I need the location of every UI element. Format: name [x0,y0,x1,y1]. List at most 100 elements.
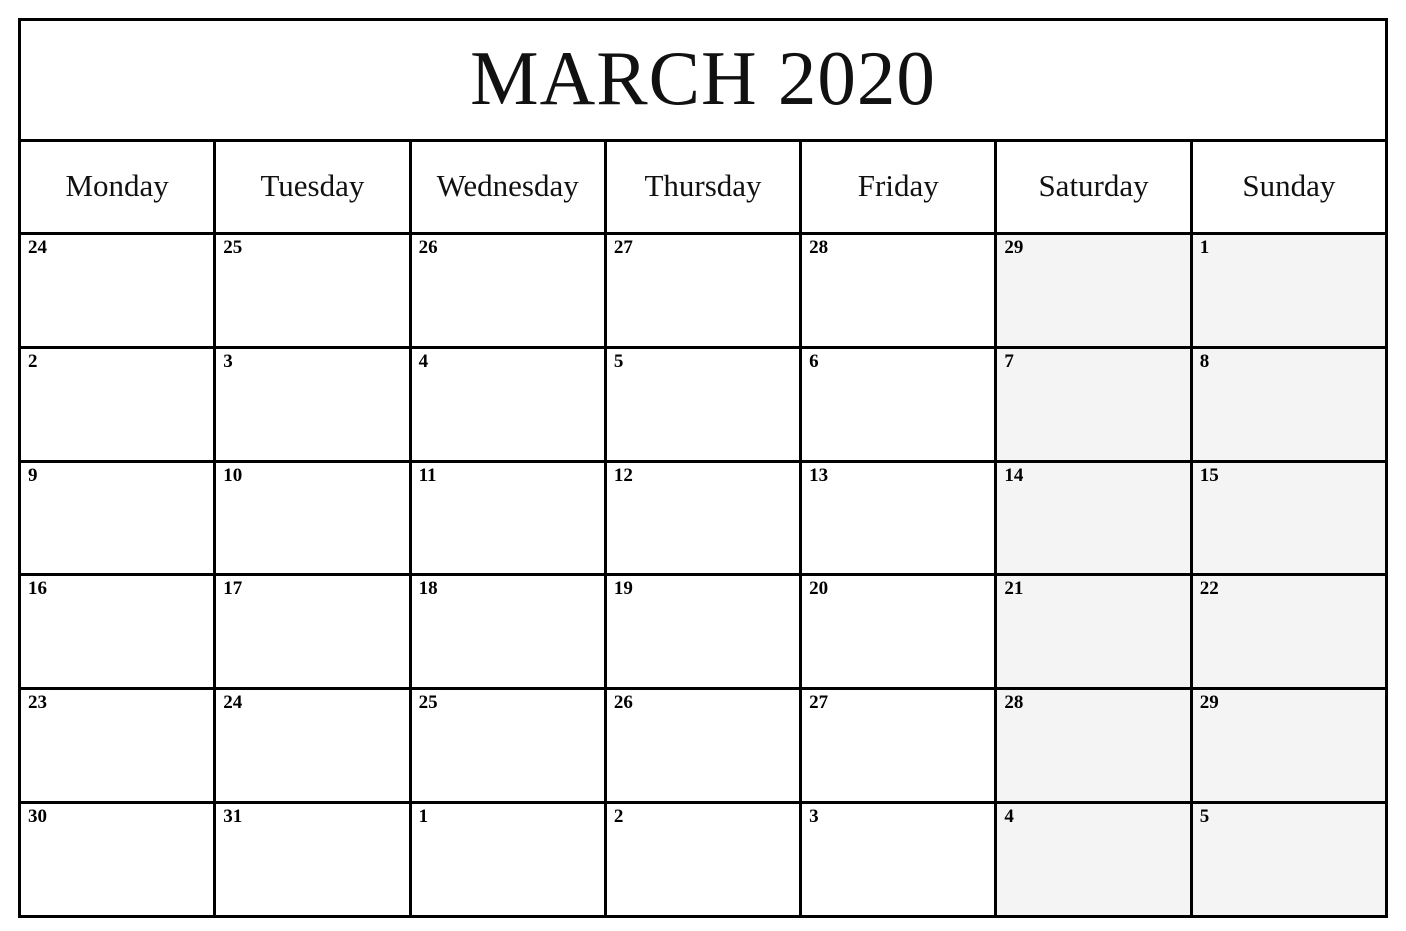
day-number: 5 [613,350,624,372]
day-number: 25 [223,237,243,258]
day-number: 24 [223,692,243,714]
day-cell[interactable]: 14 [997,462,1193,574]
day-number: 13 [809,464,829,486]
day-cell[interactable]: 27 [606,235,803,346]
day-cell[interactable]: 25 [411,690,607,802]
day-number: 10 [223,464,243,486]
day-number: 26 [418,237,438,258]
day-cell[interactable]: 5 [1192,804,1385,915]
day-cell[interactable]: 1 [411,804,607,915]
day-cell[interactable]: 29 [1192,690,1385,802]
day-number: 9 [28,464,38,486]
day-number: 20 [809,578,829,600]
day-cell[interactable]: 3 [216,348,412,460]
day-cell[interactable]: 23 [21,690,217,802]
weekday-label: Tuesday [260,168,365,203]
day-number: 31 [223,806,243,828]
calendar-title-band: MARCH 2020 [21,21,1385,142]
weekday-header-cell: Friday [802,142,998,232]
weekday-header-row: Monday Tuesday Wednesday Thursday Friday Satu… [21,142,1385,235]
day-number: 24 [28,237,47,258]
day-number: 25 [418,692,438,714]
day-cell[interactable]: 26 [606,690,803,802]
day-number: 7 [1004,350,1014,372]
day-number: 27 [809,692,829,714]
day-cell[interactable]: 28 [997,690,1193,802]
day-number: 14 [1004,464,1024,486]
day-number: 5 [1199,806,1210,828]
week-row: 2 3 4 5 6 7 8 [21,348,1385,463]
day-number: 1 [1199,237,1210,258]
day-cell[interactable]: 2 [606,804,803,915]
date-grid: 24 25 26 27 28 29 1 2 3 4 5 6 7 8 9 10 11 12 13 14 15 16 17 18 1… [21,235,1385,915]
day-number: 30 [28,806,47,828]
day-cell[interactable]: 9 [21,462,217,574]
week-row: 16 17 18 19 20 21 22 [21,576,1385,691]
day-cell[interactable]: 2 [21,348,217,460]
day-number: 26 [613,692,633,714]
day-cell[interactable]: 6 [802,348,998,460]
day-number: 3 [809,806,819,828]
day-cell[interactable]: 8 [1192,348,1385,460]
weekday-label: Saturday [1038,168,1149,203]
day-cell[interactable]: 15 [1192,462,1385,574]
weekday-label: Friday [857,168,939,203]
day-cell[interactable]: 19 [606,576,803,688]
day-cell[interactable]: 1 [1192,235,1385,346]
day-number: 17 [223,578,243,600]
day-number: 29 [1004,237,1024,258]
day-cell[interactable]: 26 [411,235,607,346]
day-number: 11 [418,464,437,486]
day-cell[interactable]: 11 [411,462,607,574]
day-cell[interactable]: 24 [21,235,217,346]
day-cell[interactable]: 29 [997,235,1193,346]
day-cell[interactable]: 4 [411,348,607,460]
day-number: 28 [809,237,829,258]
day-number: 22 [1199,578,1219,600]
week-row: 23 24 25 26 27 28 29 [21,690,1385,805]
day-cell[interactable]: 12 [606,462,803,574]
day-cell[interactable]: 18 [411,576,607,688]
day-cell[interactable]: 5 [606,348,803,460]
day-cell[interactable]: 28 [802,235,998,346]
weekday-header-cell: Monday [21,142,217,232]
day-cell[interactable]: 4 [997,804,1193,915]
day-number: 23 [28,692,47,714]
day-cell[interactable]: 13 [802,462,998,574]
week-row: 24 25 26 27 28 29 1 [21,235,1385,349]
day-number: 4 [418,350,429,372]
page-title: MARCH 2020 [470,34,936,121]
day-cell[interactable]: 16 [21,576,217,688]
day-cell[interactable]: 10 [216,462,412,574]
day-cell[interactable]: 24 [216,690,412,802]
weekday-label: Sunday [1242,168,1336,203]
day-cell[interactable]: 20 [802,576,998,688]
day-cell[interactable]: 30 [21,804,217,915]
calendar-page: MARCH 2020 Monday Tuesday Wednesday Thursda… [18,18,1388,918]
day-cell[interactable]: 21 [997,576,1193,688]
day-number: 21 [1004,578,1024,600]
weekday-header-cell: Sunday [1192,142,1385,232]
weekday-header-cell: Wednesday [411,142,607,232]
week-row: 9 10 11 12 13 14 15 [21,462,1385,577]
day-number: 2 [613,806,624,828]
weekday-label: Wednesday [436,168,579,203]
day-cell[interactable]: 31 [216,804,412,915]
weekday-header-cell: Saturday [997,142,1193,232]
day-cell[interactable]: 17 [216,576,412,688]
weekday-label: Monday [65,168,169,203]
day-number: 3 [223,350,233,372]
weekday-label: Thursday [644,168,762,203]
day-number: 15 [1199,464,1219,486]
weekday-header-cell: Thursday [606,142,803,232]
day-number: 28 [1004,692,1024,714]
day-number: 4 [1004,806,1014,828]
day-cell[interactable]: 25 [216,235,412,346]
day-cell[interactable]: 3 [802,804,998,915]
day-cell[interactable]: 22 [1192,576,1385,688]
day-number: 16 [28,578,47,600]
day-cell[interactable]: 7 [997,348,1193,460]
day-number: 27 [613,237,633,258]
day-number: 19 [613,578,633,600]
day-cell[interactable]: 27 [802,690,998,802]
